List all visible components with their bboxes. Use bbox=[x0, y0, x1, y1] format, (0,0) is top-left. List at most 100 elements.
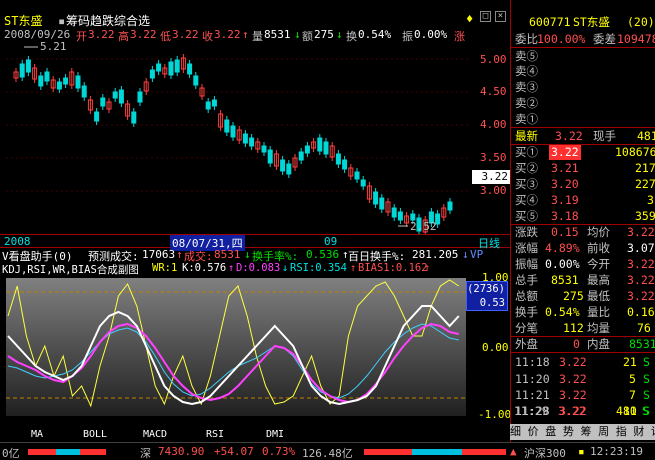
box-top: (2736) bbox=[467, 283, 505, 295]
pred-value: 17063 bbox=[142, 248, 176, 261]
buy-price: 3.18 bbox=[551, 209, 579, 223]
month-label: 09 bbox=[324, 235, 338, 248]
indicator-info: KDJ,RSI,WR,BIAS合成副图 WR:1 K:0.576 ↑ D:0.0… bbox=[0, 262, 510, 276]
stock-name-panel: ST东盛 bbox=[573, 15, 610, 29]
low-value: 3.22 bbox=[172, 28, 199, 41]
buy-price: 3.22 bbox=[549, 145, 581, 160]
down-arrow-icon: ↓ bbox=[336, 28, 343, 41]
buy-label: 买③ bbox=[515, 177, 538, 191]
up-arrow-icon: ↑ bbox=[176, 248, 183, 261]
stat-label: 涨幅 bbox=[515, 241, 538, 255]
tick-dir: S bbox=[643, 388, 650, 402]
k-value: K:0.576 bbox=[182, 262, 227, 274]
stat-label: 总额 bbox=[515, 289, 538, 303]
tab-macd[interactable]: MACD bbox=[138, 428, 172, 442]
buy-5: 买⑤ 3.18 359 bbox=[511, 209, 655, 224]
buy-vol: 3 bbox=[647, 193, 654, 207]
bell-icon[interactable]: ♦ bbox=[466, 12, 473, 26]
d-value: D:0.083 bbox=[236, 262, 281, 274]
status-market[interactable]: 深 bbox=[140, 445, 151, 460]
buy-price: 3.19 bbox=[551, 193, 579, 207]
high-mark: 5.21 bbox=[40, 42, 67, 53]
up-triangle-icon: ▲ bbox=[510, 445, 517, 458]
stat-value: 112 bbox=[563, 321, 584, 335]
stat-row: 涨幅 4.89% 前收 3.07 bbox=[511, 241, 655, 256]
dropdown-marker-icon[interactable]: ▪ bbox=[58, 14, 65, 28]
status-time: 12:23:19 bbox=[590, 445, 643, 458]
stat-value: 0.54% bbox=[545, 305, 580, 319]
sell-5: 卖⑤ bbox=[511, 49, 655, 64]
tick-row: 11:21 3.22 7 S bbox=[511, 388, 655, 403]
buy-label: 买② bbox=[515, 161, 538, 175]
down-arrow-icon: ↓ bbox=[294, 28, 301, 41]
stat-value: 3.22 bbox=[627, 257, 655, 271]
buy-1: 买① 3.22 108676 bbox=[511, 145, 655, 160]
status-bar-cyan2 bbox=[412, 449, 462, 455]
stock-code: 600771 bbox=[529, 15, 571, 29]
price-chart[interactable]: 5.21 2.52 bbox=[0, 42, 510, 234]
down-arrow-icon: ↓ bbox=[462, 248, 469, 261]
buy-price: 3.20 bbox=[551, 177, 579, 191]
sell-2: 卖② bbox=[511, 96, 655, 111]
stat-label: 前收 bbox=[587, 241, 610, 255]
tick-dir: S bbox=[642, 404, 649, 418]
stat-value: 3.22 bbox=[627, 289, 655, 303]
weicha-label: 委差 bbox=[593, 32, 616, 46]
indicator-title[interactable]: KDJ,RSI,WR,BIAS合成副图 bbox=[2, 262, 139, 277]
tick-row: 11:20 3.22 5 S bbox=[511, 372, 655, 387]
current-price-tag: 3.22 bbox=[472, 170, 510, 184]
stat-value: 4.89% bbox=[545, 241, 580, 255]
status-market2[interactable]: 沪深300 bbox=[524, 445, 566, 460]
price-tick: 4.00 bbox=[480, 118, 507, 131]
latest-row: 最新 3.22 现手 481 bbox=[511, 129, 655, 144]
status-bar: 0亿 深 7430.90 +54.07 0.73% 126.48亿 ▲ 沪深30… bbox=[0, 442, 655, 460]
sell-label: 卖④ bbox=[515, 64, 538, 78]
tick-row: 11:29 3.22 481 S bbox=[510, 404, 655, 420]
weibi-row: 委比 100.00% 委差 109478 bbox=[511, 32, 655, 47]
turn-value: 0.54% bbox=[358, 28, 392, 41]
tick-time: 11:20 bbox=[515, 372, 550, 386]
stat-label: 最低 bbox=[587, 289, 610, 303]
tab-boll[interactable]: BOLL bbox=[78, 428, 112, 442]
sell-label: 卖② bbox=[515, 96, 538, 110]
stat-value: 3.22 bbox=[627, 225, 655, 239]
up-arrow-icon: ↑ bbox=[350, 262, 357, 274]
indicator-axis: 1.00 (2736) 0.53 0.00 -1.00 bbox=[466, 271, 512, 422]
quote-menu-items[interactable]: 细 价 盘 势 筹 周 指 财 讯 成 持 解 bbox=[510, 425, 655, 438]
indicator-value-box: (2736) 0.53 bbox=[466, 281, 508, 311]
status-pct: 0.73% bbox=[262, 445, 296, 458]
tab-dmi[interactable]: DMI bbox=[258, 428, 292, 442]
waipan-row: 外盘 0 内盘 8531 bbox=[511, 337, 655, 352]
tick-vol: 5 bbox=[629, 372, 636, 386]
formula-name[interactable]: 筹码趋跌综合选 bbox=[66, 12, 150, 29]
vol-value: 8531 bbox=[264, 28, 291, 41]
tick-price: 3.22 bbox=[559, 388, 587, 402]
ohlc-info: 2008/09/26 开 3.22 高 3.22 低 3.22 收 3.22 ↑… bbox=[0, 28, 510, 43]
buy-2: 买② 3.21 217 bbox=[511, 161, 655, 176]
quote-panel: 600771 ST东盛 (20) 委比 100.00% 委差 109478 卖⑤… bbox=[510, 0, 655, 442]
tick-time: 11:21 bbox=[515, 388, 550, 402]
neipan-label: 内盘 bbox=[587, 337, 610, 351]
tick-vol: 21 bbox=[623, 355, 637, 369]
window-restore-icon[interactable]: □ bbox=[480, 11, 491, 22]
stat-value: 0.00% bbox=[545, 257, 580, 271]
vp-label: VP bbox=[470, 248, 484, 261]
tick-dir: S bbox=[643, 372, 650, 386]
tick-price: 3.22 bbox=[559, 372, 587, 386]
close-icon[interactable]: × bbox=[495, 11, 506, 22]
down-arrow-icon: ↓ bbox=[244, 248, 251, 261]
stat-value: 3.22 bbox=[627, 273, 655, 287]
sell-1: 卖① bbox=[511, 112, 655, 127]
tab-ma[interactable]: MA bbox=[22, 428, 52, 442]
tab-rsi[interactable]: RSI bbox=[198, 428, 232, 442]
quote-menu[interactable]: 细 价 盘 势 筹 周 指 财 讯 成 持 解 bbox=[510, 424, 655, 440]
ind-tick: -1.00 bbox=[478, 408, 512, 421]
chart-area[interactable]: ST东盛 ▪ 筹码趋跌综合选 ♦ □ × 2008/09/26 开 3.22 高… bbox=[0, 0, 512, 442]
status-bar-red3 bbox=[364, 449, 412, 455]
indicator-chart[interactable] bbox=[0, 276, 510, 422]
stat-label: 分笔 bbox=[515, 321, 538, 335]
weibi-label: 委比 bbox=[515, 32, 538, 46]
buy-label: 买⑤ bbox=[515, 209, 538, 223]
buy-label: 买① bbox=[515, 145, 538, 159]
tick-price: 3.22 bbox=[558, 404, 586, 418]
